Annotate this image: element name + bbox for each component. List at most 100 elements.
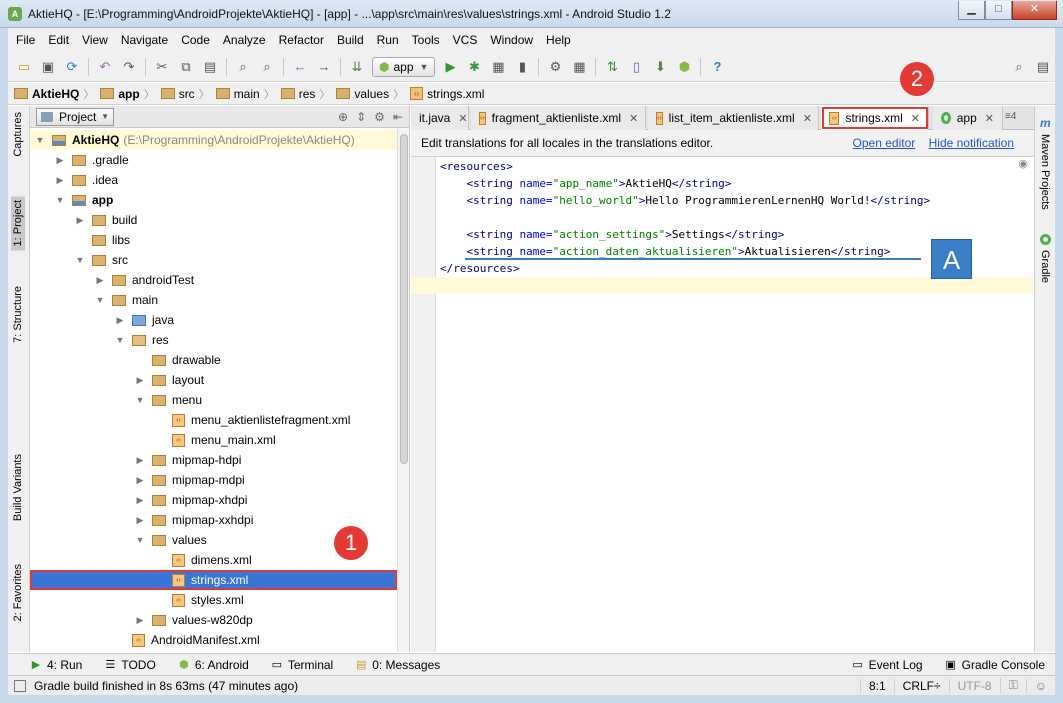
code-editor[interactable]: ◉ <resources> <string name="app_name">Ak… [411,157,1034,652]
lock-icon[interactable]: ⚿ [999,678,1026,693]
scrollbar-thumb[interactable] [400,134,408,464]
maximize-button[interactable]: □ [985,1,1012,20]
search-everywhere-icon[interactable]: ⌕ [1010,58,1028,76]
stop-icon[interactable]: ▮ [513,58,531,76]
close-button[interactable]: ✕ [1012,1,1057,20]
inspector-icon[interactable]: ☺ [1025,678,1055,693]
menu-build[interactable]: Build [337,33,364,47]
sdk-manager-icon[interactable]: ⬇ [651,58,669,76]
tree-item[interactable]: ▶ build [30,210,397,230]
tree-item[interactable]: ▶ layout [30,370,397,390]
menu-edit[interactable]: Edit [48,33,69,47]
tree-item[interactable]: ▶ mipmap-xxhdpi [30,510,397,530]
tool-window-gradle[interactable]: Gradle [1039,250,1051,283]
close-tab-icon[interactable]: ✕ [985,112,994,125]
tool-windows-toggle-icon[interactable] [14,679,26,692]
breadcrumb-item[interactable]: values [336,87,389,101]
tool-window-build-variants[interactable]: Build Variants [12,454,24,521]
tool-window-captures[interactable]: Captures [12,112,24,157]
breadcrumb-item[interactable]: app [100,87,140,101]
expanded-arrow-icon[interactable]: ▼ [34,135,46,145]
eye-icon[interactable]: ◉ [1018,157,1028,170]
menu-analyze[interactable]: Analyze [223,33,266,47]
open-folder-icon[interactable]: ▭ [15,58,33,76]
breadcrumb-item[interactable]: src [160,87,195,101]
coverage-icon[interactable]: ▦ [489,58,507,76]
expanded-arrow-icon[interactable]: ▼ [74,255,86,265]
layout-icon[interactable]: ▤ [1034,58,1052,76]
collapsed-arrow-icon[interactable]: ▶ [134,475,146,486]
expanded-arrow-icon[interactable]: ▼ [134,395,146,405]
collapse-all-icon[interactable]: ⇕ [356,110,366,124]
paste-icon[interactable]: ▤ [201,58,219,76]
tool-window-structure[interactable]: 7: Structure [12,286,24,343]
tree-item[interactable]: ‹› menu_aktienlistefragment.xml [30,410,397,430]
file-encoding[interactable]: UTF-8 [948,678,1000,693]
tree-item[interactable]: ▼ main [30,290,397,310]
tool-window-maven[interactable]: Maven Projects [1039,134,1051,210]
minimize-button[interactable]: ▁ [958,1,985,20]
tree-item[interactable]: ▼ menu [30,390,397,410]
project-tree-scrollbar[interactable] [397,128,409,652]
tree-item[interactable]: ‹› strings.xml [30,570,397,590]
tree-item[interactable]: ▶ values-w820dp [30,610,397,630]
tree-item[interactable]: ▶ java [30,310,397,330]
close-tab-icon[interactable]: ✕ [629,112,638,125]
save-icon[interactable]: ▣ [39,58,57,76]
tool-window-messages[interactable]: ▤ 0: Messages [355,658,440,672]
editor-tab[interactable]: app ✕ [933,106,1003,130]
tool-window-gradle-console[interactable]: ▣ Gradle Console [945,658,1045,672]
collapsed-arrow-icon[interactable]: ▶ [74,215,86,226]
back-icon[interactable]: ← [291,58,309,76]
collapsed-arrow-icon[interactable]: ▶ [134,375,146,386]
editor-tab[interactable]: ‹› fragment_aktienliste.xml ✕ [471,106,646,130]
debug-icon[interactable]: ✱ [465,58,483,76]
menu-vcs[interactable]: VCS [453,33,478,47]
caret-position[interactable]: 8:1 [859,678,894,693]
run-configuration-select[interactable]: ⬢ app ▼ [372,56,436,77]
menu-window[interactable]: Window [490,33,533,47]
avd-manager-icon[interactable]: ▯ [627,58,645,76]
menu-file[interactable]: File [16,33,35,47]
tree-item[interactable]: ▼ AktieHQ (E:\Programming\AndroidProjekte\… [30,130,397,150]
find-icon[interactable]: ⌕ [234,58,252,76]
tree-item[interactable]: ‹› styles.xml [30,590,397,610]
close-tab-icon[interactable]: ✕ [803,112,812,125]
breadcrumb-item[interactable]: ‹› strings.xml [410,87,484,101]
sync-gradle-icon[interactable]: ⇅ [603,58,621,76]
collapsed-arrow-icon[interactable]: ▶ [114,315,126,326]
menu-refactor[interactable]: Refactor [279,33,324,47]
tree-item[interactable]: ▼ res [30,330,397,350]
tree-item[interactable]: ▶ mipmap-mdpi [30,470,397,490]
tree-item[interactable]: libs [30,230,397,250]
tree-item[interactable]: ▶ mipmap-xhdpi [30,490,397,510]
gear-icon[interactable]: ⚙ [374,110,385,124]
menu-navigate[interactable]: Navigate [121,33,168,47]
collapsed-arrow-icon[interactable]: ▶ [134,615,146,626]
status-message[interactable]: Gradle build finished in 8s 63ms (47 min… [34,679,298,693]
redo-icon[interactable]: ↷ [120,58,138,76]
collapsed-arrow-icon[interactable]: ▶ [134,495,146,506]
collapsed-arrow-icon[interactable]: ▶ [54,175,66,186]
copy-icon[interactable]: ⧉ [177,58,195,76]
tabs-overflow-icon[interactable]: ≡4 [1005,111,1016,122]
close-tab-icon[interactable]: ✕ [458,112,467,125]
collapsed-arrow-icon[interactable]: ▶ [134,515,146,526]
tool-window-event-log[interactable]: ▭ Event Log [852,658,922,672]
run-icon[interactable]: ▶ [441,58,459,76]
tree-item[interactable]: ▶ .idea [30,170,397,190]
undo-icon[interactable]: ↶ [96,58,114,76]
android-monitor-icon[interactable]: ⬢ [675,58,693,76]
editor-tab[interactable]: ‹› strings.xml ✕ [821,106,929,130]
editor-tab[interactable]: it.java ✕ [411,106,469,130]
collapsed-arrow-icon[interactable]: ▶ [54,155,66,166]
make-project-icon[interactable]: ⇊ [348,58,366,76]
tree-item[interactable]: ▼ src [30,250,397,270]
cut-icon[interactable]: ✂ [153,58,171,76]
sync-icon[interactable]: ⟳ [63,58,81,76]
editor-tab[interactable]: ‹› list_item_aktienliste.xml ✕ [648,106,819,130]
expanded-arrow-icon[interactable]: ▼ [54,195,66,205]
open-editor-link[interactable]: Open editor [853,136,916,150]
replace-icon[interactable]: ⌕ [258,58,276,76]
tree-item[interactable]: ▶ mipmap-hdpi [30,450,397,470]
